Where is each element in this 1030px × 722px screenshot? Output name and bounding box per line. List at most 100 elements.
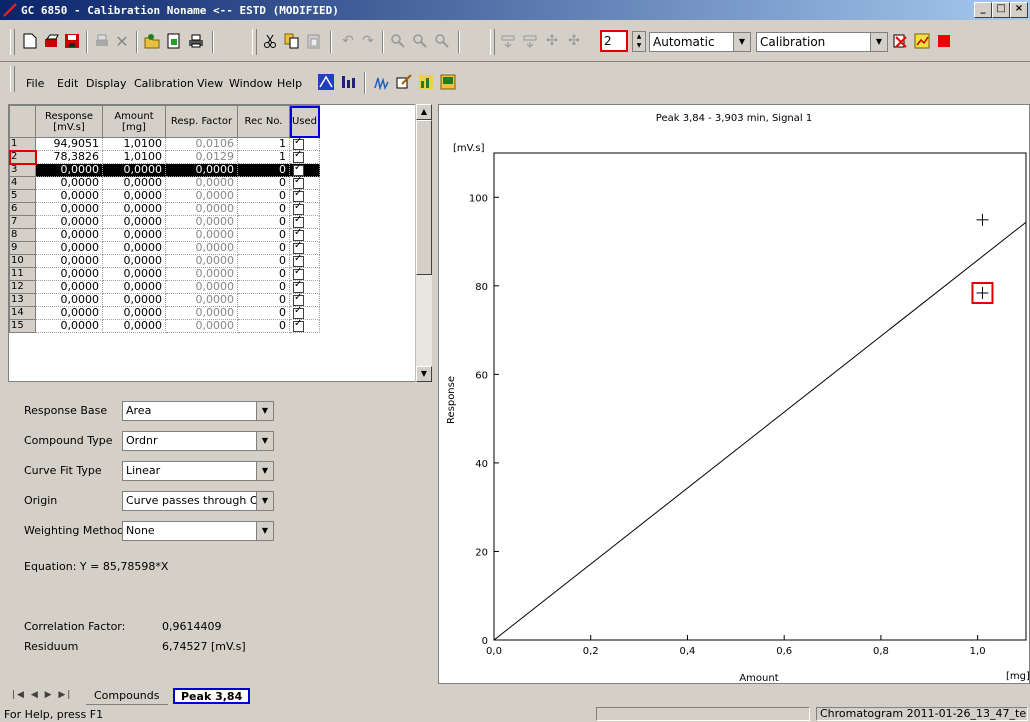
save-icon[interactable] [64, 33, 80, 49]
table-row[interactable]: 8 0,0000 0,0000 0,0000 0 [9, 227, 320, 242]
resp-factor-cell[interactable]: 0,0000 [165, 267, 238, 281]
amount-cell[interactable]: 1,0100 [102, 150, 166, 164]
response-cell[interactable]: 0,0000 [35, 319, 103, 333]
level-number-input[interactable]: 2 [600, 30, 628, 52]
row-number[interactable]: 14 [9, 306, 36, 320]
rec-no-cell[interactable]: 0 [237, 306, 290, 320]
edit-method-icon[interactable] [396, 74, 412, 90]
mode-select[interactable]: Automatic ▼ [649, 32, 751, 52]
amount-cell[interactable]: 0,0000 [102, 202, 166, 216]
rec-no-cell[interactable]: 0 [237, 254, 290, 268]
resp-factor-cell[interactable]: 0,0000 [165, 306, 238, 320]
resp-factor-cell[interactable]: 0,0000 [165, 215, 238, 229]
row-number[interactable]: 8 [9, 228, 36, 242]
open-method-icon[interactable] [144, 33, 160, 49]
resp-factor-cell[interactable]: 0,0000 [165, 202, 238, 216]
amount-cell[interactable]: 0,0000 [102, 267, 166, 281]
rec-no-cell[interactable]: 0 [237, 280, 290, 294]
row-number[interactable]: 12 [9, 280, 36, 294]
row-number[interactable]: 4 [9, 176, 36, 190]
table-row[interactable]: 2 78,3826 1,0100 0,0129 1 [9, 149, 320, 165]
table-scrollbar[interactable]: ▲ ▼ [415, 104, 432, 382]
copy-icon[interactable] [284, 33, 300, 49]
resp-factor-cell[interactable]: 0,0000 [165, 293, 238, 307]
table-row[interactable]: 11 0,0000 0,0000 0,0000 0 [9, 266, 320, 281]
amount-cell[interactable]: 0,0000 [102, 241, 166, 255]
close-button[interactable]: × [1010, 2, 1028, 18]
delete-calibration-icon[interactable] [892, 33, 908, 49]
amount-cell[interactable]: 0,0000 [102, 215, 166, 229]
amount-cell[interactable]: 0,0000 [102, 228, 166, 242]
rec-no-cell[interactable]: 0 [237, 228, 290, 242]
table-row[interactable]: 9 0,0000 0,0000 0,0000 0 [9, 240, 320, 255]
response-cell[interactable]: 0,0000 [35, 163, 103, 177]
table-row[interactable]: 15 0,0000 0,0000 0,0000 0 [9, 318, 320, 333]
amount-cell[interactable]: 0,0000 [102, 189, 166, 203]
rec-no-cell[interactable]: 0 [237, 176, 290, 190]
amount-cell[interactable]: 0,0000 [102, 306, 166, 320]
resp-factor-cell[interactable]: 0,0000 [165, 254, 238, 268]
preview-icon[interactable] [166, 33, 182, 49]
scroll-up-button[interactable]: ▲ [416, 104, 432, 120]
amount-cell[interactable]: 1,0100 [102, 137, 166, 151]
menu-edit[interactable]: Edit [57, 77, 78, 90]
response-cell[interactable]: 0,0000 [35, 176, 103, 190]
response-cell[interactable]: 0,0000 [35, 306, 103, 320]
column-header-amount[interactable]: Amount [mg] [102, 105, 166, 138]
row-number[interactable]: 10 [9, 254, 36, 268]
table-row[interactable]: 7 0,0000 0,0000 0,0000 0 [9, 214, 320, 229]
cut-icon[interactable] [262, 33, 278, 49]
response-cell[interactable]: 0,0000 [35, 241, 103, 255]
scroll-down-button[interactable]: ▼ [416, 366, 432, 382]
table-row[interactable]: 10 0,0000 0,0000 0,0000 0 [9, 253, 320, 268]
row-number[interactable]: 7 [9, 215, 36, 229]
toolbar-grip-2[interactable] [252, 29, 257, 55]
menubar-grip[interactable] [10, 66, 15, 92]
table-row[interactable]: 13 0,0000 0,0000 0,0000 0 [9, 292, 320, 307]
level-spinner[interactable]: ▲ ▼ [632, 31, 646, 52]
menu-window[interactable]: Window [229, 77, 272, 90]
table-row[interactable]: 4 0,0000 0,0000 0,0000 0 [9, 175, 320, 190]
response-cell[interactable]: 94,9051 [35, 137, 103, 151]
response-cell[interactable]: 0,0000 [35, 189, 103, 203]
response-cell[interactable]: 0,0000 [35, 202, 103, 216]
tab-compounds[interactable]: Compounds [86, 688, 168, 705]
rec-no-cell[interactable]: 0 [237, 202, 290, 216]
amount-cell[interactable]: 0,0000 [102, 280, 166, 294]
used-checkbox[interactable] [293, 318, 304, 332]
row-number[interactable]: 1 [9, 137, 36, 151]
resp-factor-cell[interactable]: 0,0106 [165, 137, 238, 151]
row-number[interactable]: 5 [9, 189, 36, 203]
rec-no-cell[interactable]: 0 [237, 163, 290, 177]
rec-no-cell[interactable]: 0 [237, 267, 290, 281]
calibration-chart[interactable]: Peak 3,84 - 3,903 min, Signal 1 [mV.s] [mg… [439, 105, 1030, 684]
rec-no-cell[interactable]: 0 [237, 241, 290, 255]
table-row[interactable]: 1 94,9051 1,0100 0,0106 1 [9, 136, 320, 151]
minimize-button[interactable]: _ [974, 2, 992, 18]
rec-no-cell[interactable]: 0 [237, 215, 290, 229]
bar-chart-icon[interactable] [340, 74, 356, 90]
resp-factor-cell[interactable]: 0,0000 [165, 176, 238, 190]
instrument-icon[interactable] [440, 74, 456, 90]
row-number[interactable]: 9 [9, 241, 36, 255]
curve-fit-type-select[interactable]: Linear ▼ [122, 461, 274, 481]
menu-file[interactable]: File [26, 77, 44, 90]
menu-display[interactable]: Display [86, 77, 127, 90]
column-header-rec-no[interactable]: Rec No. [237, 105, 290, 138]
response-cell[interactable]: 0,0000 [35, 293, 103, 307]
table-row[interactable]: 14 0,0000 0,0000 0,0000 0 [9, 305, 320, 320]
amount-cell[interactable]: 0,0000 [102, 319, 166, 333]
row-number[interactable]: 11 [9, 267, 36, 281]
weighting-method-select[interactable]: None ▼ [122, 521, 274, 541]
row-number[interactable]: 2 [9, 149, 37, 165]
used-cell[interactable] [289, 318, 320, 333]
print-icon[interactable] [188, 33, 204, 49]
column-header-response[interactable]: Response [mV.s] [35, 105, 103, 138]
menu-view[interactable]: View [197, 77, 223, 90]
maximize-button[interactable]: □ [992, 2, 1010, 18]
table-row[interactable]: 3 0,0000 0,0000 0,0000 0 [9, 162, 320, 177]
origin-select[interactable]: Curve passes through Ori ▼ [122, 491, 274, 511]
toolbar-grip-3[interactable] [490, 29, 495, 55]
resp-factor-cell[interactable]: 0,0000 [165, 189, 238, 203]
menu-help[interactable]: Help [277, 77, 302, 90]
